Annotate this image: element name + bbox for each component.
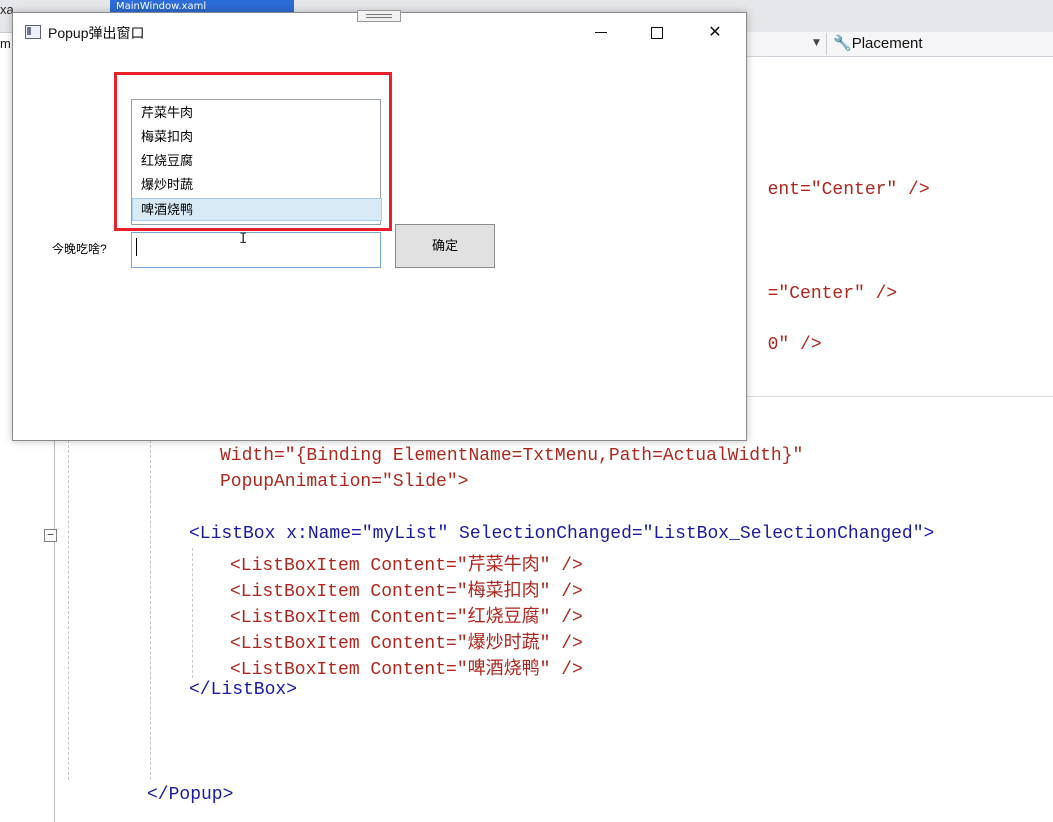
- code-fragment-text-2: ="Center" />: [767, 284, 898, 304]
- indent-guide: [68, 440, 69, 780]
- popup-window: Popup弹出窗口 ✕ 芹菜牛肉 梅菜扣肉 红烧豆腐 爆炒时蔬 啤酒烧鸭 今晚吃…: [12, 10, 747, 441]
- code-line-width: Width="{Binding ElementName=TxtMenu,Path…: [220, 446, 804, 466]
- window-title: Popup弹出窗口: [48, 25, 145, 41]
- code-line-item: <ListBoxItem Content="爆炒时蔬" />: [230, 634, 583, 654]
- code-fragment-3: 0" />: [746, 315, 822, 355]
- placement-property[interactable]: 🔧Placement: [833, 34, 923, 52]
- code-line-item: <ListBoxItem Content="芹菜牛肉" />: [230, 556, 583, 576]
- code-line-animation: PopupAnimation="Slide">: [220, 472, 469, 492]
- menu-input[interactable]: [131, 232, 381, 268]
- code-fragment-1: ent="Center" />: [746, 160, 930, 200]
- ide-corner-text-left: m: [0, 36, 11, 51]
- code-line-item: <ListBoxItem Content="梅菜扣肉" />: [230, 582, 583, 602]
- editor-divider: [745, 396, 1053, 397]
- placement-label: Placement: [851, 35, 923, 52]
- code-fragment-2: ="Center" />: [746, 264, 898, 304]
- indent-guide: [150, 440, 151, 780]
- maximize-button[interactable]: [634, 13, 680, 51]
- code-line-item: <ListBoxItem Content="红烧豆腐" />: [230, 608, 583, 628]
- indent-guide: [192, 548, 193, 678]
- code-line-listbox-close: </ListBox>: [189, 680, 298, 700]
- minimize-icon: [595, 32, 607, 33]
- close-button[interactable]: ✕: [692, 13, 738, 51]
- code-line-popup-close: </Popup>: [147, 785, 234, 805]
- dropdown-arrow-icon[interactable]: ▼: [813, 38, 820, 48]
- annotation-highlight-box: [114, 72, 392, 231]
- toolbar-separator: [826, 33, 827, 55]
- close-icon: ✕: [708, 22, 722, 41]
- ibeam-cursor-icon: I: [239, 231, 248, 247]
- collapse-toggle-icon[interactable]: −: [44, 529, 57, 542]
- prompt-label: 今晚吃啥?: [52, 242, 107, 256]
- maximize-icon: [651, 26, 663, 39]
- code-line-listbox-open: <ListBox x:Name="myList" SelectionChange…: [189, 524, 935, 544]
- code-fragment-text-1: ent="Center" />: [767, 180, 930, 200]
- code-line-item: <ListBoxItem Content="啤酒烧鸭" />: [230, 660, 583, 680]
- window-titlebar[interactable]: Popup弹出窗口 ✕: [13, 13, 746, 51]
- window-app-icon: [25, 25, 41, 39]
- minimize-button[interactable]: [578, 13, 624, 51]
- text-caret: [136, 238, 137, 256]
- code-fragment-text-3: 0" />: [767, 335, 822, 355]
- editor-gutter-line: [54, 440, 55, 822]
- confirm-button[interactable]: 确定: [395, 224, 495, 268]
- wrench-icon: 🔧: [833, 35, 852, 52]
